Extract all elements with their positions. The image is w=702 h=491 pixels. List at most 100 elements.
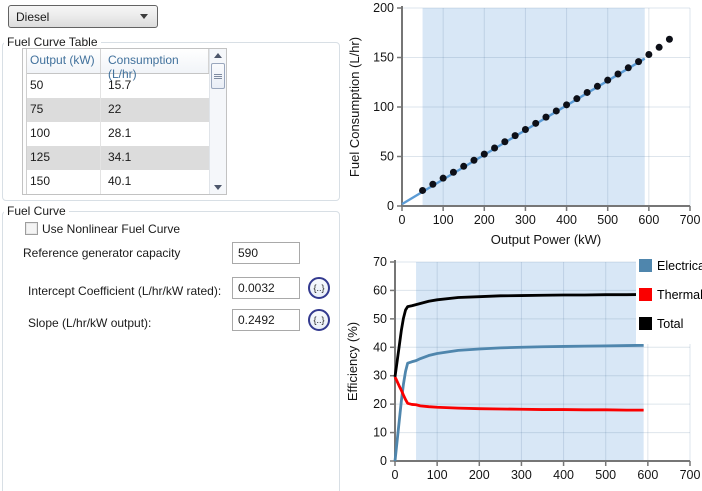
legend-label: Electrical — [657, 259, 702, 273]
data-point — [563, 101, 570, 108]
nonlinear-fuel-curve-checkbox[interactable] — [25, 222, 38, 235]
slope-input[interactable] — [232, 309, 300, 331]
chevron-down-icon — [140, 14, 148, 19]
scroll-down-button[interactable] — [210, 181, 226, 194]
reference-capacity-input[interactable] — [232, 242, 300, 264]
legend-item-electrical: Electrical — [639, 255, 702, 276]
table-scrollbar[interactable] — [209, 49, 226, 194]
data-point — [625, 64, 632, 71]
legend-swatch-icon — [639, 317, 652, 330]
cell-output[interactable]: 75 — [23, 98, 101, 122]
data-point — [481, 151, 488, 158]
intercept-coefficient-input[interactable] — [232, 277, 300, 299]
legend-swatch-icon — [639, 288, 652, 301]
x-tick-label: 400 — [553, 468, 574, 482]
efficiency-chart: 0100200300400500600700010203040506070Eff… — [345, 249, 702, 491]
intercept-expression-button[interactable]: {..} — [308, 277, 330, 299]
x-tick-label: 600 — [638, 213, 659, 227]
table-row[interactable]: 12534.1 — [23, 146, 226, 170]
y-tick-label: 70 — [373, 255, 387, 269]
data-point — [419, 187, 426, 194]
slope-expression-button[interactable]: {..} — [308, 309, 330, 331]
data-point — [666, 36, 673, 43]
data-point — [512, 132, 519, 139]
x-tick-label: 300 — [515, 213, 536, 227]
cell-output[interactable]: 150 — [23, 170, 101, 194]
table-row[interactable]: 7522 — [23, 98, 226, 122]
cell-consumption[interactable]: 28.1 — [101, 122, 209, 146]
fuel-curve-table-group-title: Fuel Curve Table — [4, 35, 101, 49]
data-point — [429, 181, 436, 188]
legend-label: Thermal — [657, 288, 702, 302]
table-header-row: Output (kW) Consumption (L/hr) — [23, 49, 226, 74]
table-row[interactable]: 5015.7 — [23, 74, 226, 98]
scroll-up-button[interactable] — [210, 49, 226, 62]
y-tick-label: 100 — [373, 100, 394, 114]
x-tick-label: 200 — [474, 213, 495, 227]
x-tick-label: 100 — [427, 468, 448, 482]
x-tick-label: 600 — [637, 468, 658, 482]
y-tick-label: 50 — [380, 150, 394, 164]
cell-output[interactable]: 125 — [23, 146, 101, 170]
fuel-type-selected-value: Diesel — [16, 10, 140, 24]
cell-output[interactable]: 50 — [23, 74, 101, 98]
data-point — [645, 51, 652, 58]
data-point — [615, 71, 622, 78]
fuel-consumption-chart: 0100200300400500600700050100150200Fuel C… — [345, 0, 702, 249]
y-tick-label: 20 — [373, 397, 387, 411]
scroll-up-icon — [214, 53, 222, 58]
x-tick-label: 500 — [597, 213, 618, 227]
data-point — [543, 114, 550, 121]
x-tick-label: 300 — [511, 468, 532, 482]
cell-consumption[interactable]: 34.1 — [101, 146, 209, 170]
reference-capacity-label: Reference generator capacity — [23, 246, 180, 260]
data-point — [440, 175, 447, 182]
x-tick-label: 0 — [392, 468, 399, 482]
table-row[interactable]: 15040.1 — [23, 170, 226, 194]
y-tick-label: 40 — [373, 340, 387, 354]
y-tick-label: 0 — [387, 199, 394, 213]
data-point — [532, 120, 539, 127]
data-point — [594, 83, 601, 90]
chart-legend: Electrical Thermal Total — [636, 253, 702, 344]
cell-consumption[interactable]: 15.7 — [101, 74, 209, 98]
operating-range-band — [416, 262, 644, 461]
fuel-type-dropdown[interactable]: Diesel — [8, 5, 158, 28]
y-tick-label: 50 — [373, 312, 387, 326]
data-point — [573, 95, 580, 102]
y-tick-label: 150 — [373, 51, 394, 65]
cell-consumption[interactable]: 40.1 — [101, 170, 209, 194]
fuel-curve-group-title: Fuel Curve — [4, 204, 69, 218]
x-tick-label: 700 — [680, 468, 701, 482]
column-header-output[interactable]: Output (kW) — [23, 49, 101, 73]
scrollbar-grip-icon — [214, 74, 222, 79]
x-tick-label: 500 — [595, 468, 616, 482]
fuel-consumption-plot: 0100200300400500600700050100150200Fuel C… — [345, 0, 702, 249]
data-point — [635, 58, 642, 65]
cell-consumption[interactable]: 22 — [101, 98, 209, 122]
cell-output[interactable]: 100 — [23, 122, 101, 146]
scrollbar-thumb[interactable] — [211, 63, 225, 89]
y-tick-label: 10 — [373, 426, 387, 440]
slope-label: Slope (L/hr/kW output): — [28, 316, 151, 330]
fuel-curve-table: Output (kW) Consumption (L/hr) 5015.7752… — [22, 48, 227, 195]
scroll-down-icon — [214, 185, 222, 190]
legend-item-total: Total — [639, 313, 702, 334]
x-tick-label: 200 — [469, 468, 490, 482]
data-point — [656, 44, 663, 51]
data-point — [491, 144, 498, 151]
column-header-consumption[interactable]: Consumption (L/hr) — [101, 49, 209, 73]
data-point — [460, 163, 467, 170]
table-row[interactable]: 10028.1 — [23, 122, 226, 146]
x-axis-title: Output Power (kW) — [491, 232, 602, 247]
data-point — [522, 126, 529, 133]
generator-fuel-panel: Diesel Fuel Curve Table Output (kW) Cons… — [0, 0, 702, 491]
data-point — [501, 138, 508, 145]
legend-label: Total — [657, 317, 683, 331]
legend-item-thermal: Thermal — [639, 284, 702, 305]
data-point — [584, 89, 591, 96]
data-point — [604, 77, 611, 84]
nonlinear-fuel-curve-label[interactable]: Use Nonlinear Fuel Curve — [42, 222, 180, 236]
data-point — [450, 169, 457, 176]
x-tick-label: 700 — [680, 213, 701, 227]
